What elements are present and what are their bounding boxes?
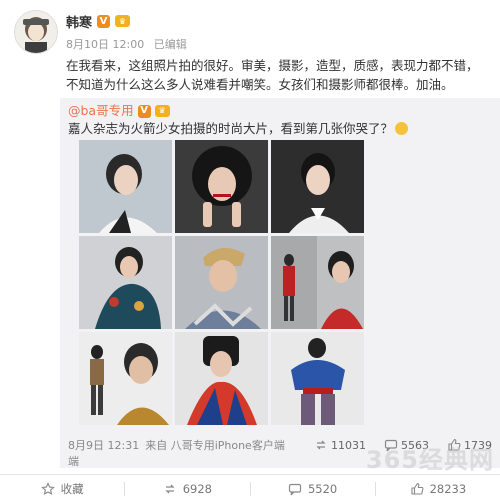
verified-icon: V (137, 104, 151, 118)
repost-author[interactable]: @ba哥专用 (68, 102, 134, 120)
repost-text: 嘉人杂志为火箭少女拍摄的时尚大片，看到第几张你哭了？ (68, 120, 488, 138)
comment-button[interactable]: 5520 (251, 482, 375, 496)
repost-repost-count: 11031 (331, 438, 366, 452)
avatar[interactable] (14, 10, 58, 54)
repost-count: 6928 (182, 482, 213, 496)
repost-source[interactable]: 来自 八哥专用iPhone客户端 (145, 438, 285, 454)
repost-box: @ba哥专用 V ♛ 嘉人杂志为火箭少女拍摄的时尚大片，看到第几张你哭了？ 8月… (60, 98, 500, 468)
repost-icon (165, 484, 175, 494)
photo-8[interactable] (175, 332, 268, 425)
favorite-button[interactable]: 收藏 (0, 481, 124, 497)
star-icon (40, 482, 55, 495)
repost-repost-stat[interactable]: 11031 (314, 438, 366, 452)
author-name[interactable]: 韩寒 (66, 12, 92, 31)
comment-icon (384, 439, 398, 452)
repost-stats: 11031 5563 1739 (314, 438, 492, 452)
photo-1[interactable] (79, 140, 172, 233)
verified-icon: V (97, 14, 111, 28)
member-crown-icon: ♛ (154, 105, 170, 117)
repost-like-stat[interactable]: 1739 (447, 438, 492, 452)
post-text: 在我看来，这组照片拍的很好。审美，摄影，造型，质感，表现力都不错，不知道为什么这… (66, 58, 479, 92)
thumb-up-icon (448, 438, 461, 451)
repost-comment-stat[interactable]: 5563 (384, 438, 429, 452)
photo-2[interactable] (175, 140, 268, 233)
photo-6[interactable] (271, 236, 364, 329)
action-bar: 收藏 6928 5520 28233 (0, 474, 500, 503)
repost-source-tail: 端 (68, 455, 79, 468)
photo-7[interactable] (79, 332, 172, 425)
like-count: 28233 (429, 482, 467, 496)
weibo-post: 韩寒 V ♛ 8月10日 12:00 已编辑 在我看来，这组照片拍的很好。审美，… (0, 0, 500, 502)
repost-header: @ba哥专用 V ♛ (68, 102, 170, 120)
crying-emoji-icon (395, 122, 409, 135)
repost-like-count: 1739 (464, 438, 492, 452)
favorite-label: 收藏 (60, 482, 84, 496)
post-time[interactable]: 8月10日 12:00 (66, 38, 144, 51)
edited-label: 已编辑 (153, 38, 187, 51)
repost-comment-count: 5563 (401, 438, 429, 452)
post-meta: 8月10日 12:00 已编辑 (66, 36, 193, 52)
photo-9[interactable] (271, 332, 364, 425)
thumb-up-icon (411, 482, 424, 495)
photo-5[interactable] (175, 236, 268, 329)
photo-3[interactable] (271, 140, 364, 233)
like-button[interactable]: 28233 (376, 482, 500, 496)
member-crown-icon: ♛ (115, 15, 131, 27)
repost-button[interactable]: 6928 (125, 482, 249, 496)
repost-time[interactable]: 8月9日 12:31 (68, 438, 139, 454)
repost-icon (316, 440, 326, 450)
author-row: 韩寒 V ♛ (66, 12, 131, 31)
repost-text-content: 嘉人杂志为火箭少女拍摄的时尚大片，看到第几张你哭了？ (68, 121, 394, 136)
comment-icon (288, 483, 302, 496)
comment-count: 5520 (307, 482, 338, 496)
photo-4[interactable] (79, 236, 172, 329)
